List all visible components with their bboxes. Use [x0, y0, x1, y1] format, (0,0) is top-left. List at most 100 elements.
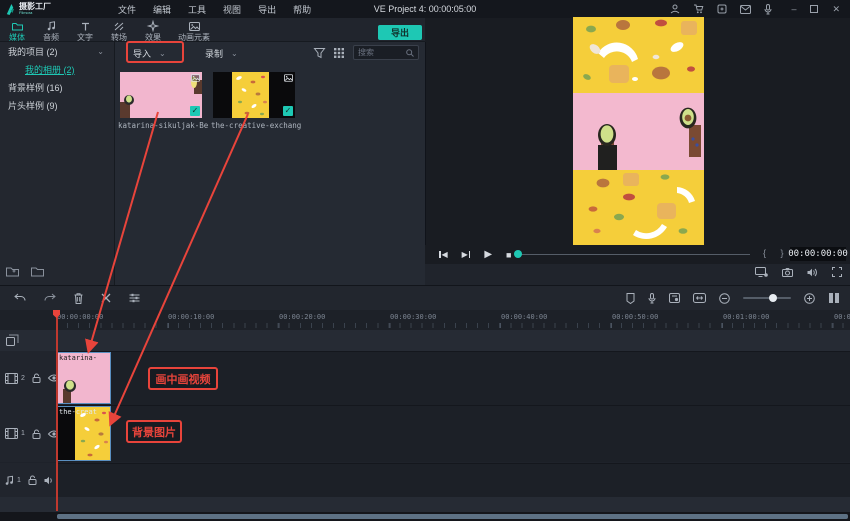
- tab-transitions[interactable]: 转场: [102, 18, 136, 43]
- timeline-clip-katarina[interactable]: katarina-: [56, 352, 111, 404]
- tab-effects[interactable]: 效果: [136, 18, 170, 43]
- timeline-ruler[interactable]: 00:00:00:00 00:00:10:00 00:00:20:00 00:0…: [0, 310, 850, 330]
- scrollbar-thumb[interactable]: [57, 514, 848, 519]
- mute-speaker-icon[interactable]: [44, 476, 55, 485]
- logo-subtext: Filmora: [19, 11, 51, 15]
- audio-track-1-lane[interactable]: [57, 463, 850, 497]
- media-item-katarina[interactable]: ✓: [120, 72, 202, 118]
- split-scissors-icon[interactable]: [101, 293, 111, 303]
- ruler-label: 00:00:30:00: [390, 313, 436, 321]
- play-button[interactable]: ▶: [484, 249, 492, 260]
- fullscreen-icon[interactable]: [832, 267, 842, 277]
- library-item-intro-samples[interactable]: 片头样例 (9): [0, 96, 114, 114]
- grid-view-icon[interactable]: [334, 48, 344, 58]
- window-close-button[interactable]: ✕: [832, 4, 840, 15]
- microphone-icon[interactable]: [764, 4, 772, 15]
- library-item-background-samples[interactable]: 背景样例 (16): [0, 78, 114, 96]
- account-icon[interactable]: [670, 4, 680, 14]
- playback-controls: ◀ ▶ ▶ ■ { } 00:00:00:00: [425, 245, 850, 264]
- folder-icon[interactable]: [31, 266, 44, 277]
- effects-sparkle-icon: [148, 21, 158, 31]
- snapshot-camera-icon[interactable]: [782, 268, 793, 277]
- ruler-label: 00:00:50:00: [612, 313, 658, 321]
- logo-icon: [5, 4, 16, 15]
- advanced-settings-icon[interactable]: [129, 293, 140, 303]
- tab-text[interactable]: 文字: [68, 18, 102, 43]
- export-button[interactable]: 导出: [378, 25, 422, 40]
- menu-bar: 文件 编辑 工具 视图 导出 帮助: [118, 3, 311, 16]
- preview-timecode: 00:00:00:00: [790, 247, 846, 261]
- chevron-down-icon[interactable]: ⌄: [97, 47, 104, 56]
- lock-icon[interactable]: [28, 475, 37, 485]
- undo-icon[interactable]: [14, 293, 26, 303]
- image-type-icon: [191, 74, 200, 84]
- feedback-mail-icon[interactable]: [740, 5, 751, 14]
- zoom-out-icon[interactable]: [719, 293, 730, 304]
- tab-audio[interactable]: 音频: [34, 18, 68, 43]
- scrubber-handle[interactable]: [514, 250, 522, 258]
- import-dropdown[interactable]: 导入 ⌄: [133, 47, 166, 60]
- zoom-in-icon[interactable]: [804, 293, 815, 304]
- clip-label: katarina-: [59, 354, 97, 362]
- audio-mixer-icon[interactable]: [669, 293, 680, 303]
- window-maximize-button[interactable]: [810, 5, 818, 13]
- filmora-app-window: 摄影工厂 Filmora 文件 编辑 工具 视图 导出 帮助 VE Projec…: [0, 0, 850, 521]
- menu-help[interactable]: 帮助: [293, 3, 311, 16]
- timeline-toolbar-right: [626, 292, 850, 304]
- chevron-down-icon: ⌄: [231, 49, 238, 58]
- media-folder-icon: [12, 21, 23, 31]
- stop-button[interactable]: ■: [506, 250, 511, 260]
- tab-elements[interactable]: 动画元素: [170, 18, 218, 43]
- volume-icon[interactable]: [807, 268, 818, 277]
- media-item-creative-exchange[interactable]: ✓: [213, 72, 295, 118]
- window-minimize-button[interactable]: –: [791, 4, 796, 14]
- menu-view[interactable]: 视图: [223, 3, 241, 16]
- audio-track-1: 1: [0, 463, 850, 497]
- filter-icon[interactable]: [314, 48, 325, 58]
- selected-check-icon: ✓: [190, 106, 200, 116]
- annotation-pip-video: 画中画视频: [148, 367, 218, 390]
- marker-icon[interactable]: [626, 293, 635, 304]
- preview-bottom-bar: [425, 264, 850, 285]
- video-track-1-header: 1: [0, 405, 57, 462]
- scrubber-track[interactable]: [520, 254, 750, 255]
- search-icon: [406, 49, 414, 57]
- tab-media[interactable]: 媒体: [0, 18, 34, 43]
- media-library-icon[interactable]: [717, 4, 727, 14]
- timeline-toolbar: [0, 285, 850, 310]
- delete-trash-icon[interactable]: [74, 293, 83, 304]
- ruler-label: 00:00:20:00: [279, 313, 325, 321]
- track-number: 1: [21, 430, 25, 437]
- voiceover-mic-icon[interactable]: [648, 293, 656, 304]
- lock-icon[interactable]: [32, 429, 41, 439]
- mark-in-out-icons[interactable]: { }: [763, 248, 790, 258]
- redo-icon[interactable]: [44, 293, 56, 303]
- transition-icon: [114, 21, 124, 31]
- library-item-my-projects[interactable]: 我的项目 (2) ⌄: [0, 42, 114, 60]
- timeline-clip-creative-exchange[interactable]: the-creat: [56, 406, 111, 461]
- display-device-icon[interactable]: [755, 267, 768, 277]
- fit-timeline-icon[interactable]: [693, 293, 706, 303]
- timeline-zoom-slider[interactable]: [743, 297, 791, 299]
- track-size-icon[interactable]: [828, 292, 840, 304]
- menu-export[interactable]: 导出: [258, 3, 276, 16]
- menu-edit[interactable]: 编辑: [153, 3, 171, 16]
- library-panel: 我的项目 (2) ⌄ 我的相册 (2) 背景样例 (16) 片头样例 (9): [0, 42, 115, 285]
- menu-tools[interactable]: 工具: [188, 3, 206, 16]
- audio-track-icon: [5, 475, 14, 486]
- store-cart-icon[interactable]: [693, 4, 704, 14]
- next-frame-button[interactable]: ▶: [462, 250, 471, 259]
- zoom-slider-handle[interactable]: [769, 294, 777, 302]
- preview-video-frame: [573, 17, 704, 245]
- search-input[interactable]: 搜索: [353, 45, 419, 60]
- manage-tracks-icon[interactable]: [6, 334, 19, 346]
- menu-file[interactable]: 文件: [118, 3, 136, 16]
- record-dropdown[interactable]: 录制 ⌄: [205, 47, 238, 60]
- media-item-name: the-creative-exchange-s: [211, 121, 301, 130]
- library-item-my-album[interactable]: 我的相册 (2): [0, 60, 114, 78]
- empty-track-strip: [0, 497, 850, 512]
- lock-icon[interactable]: [32, 373, 41, 383]
- new-folder-icon[interactable]: [6, 266, 19, 277]
- ruler-label: 00:00:10:00: [168, 313, 214, 321]
- previous-frame-button[interactable]: ◀: [439, 250, 448, 259]
